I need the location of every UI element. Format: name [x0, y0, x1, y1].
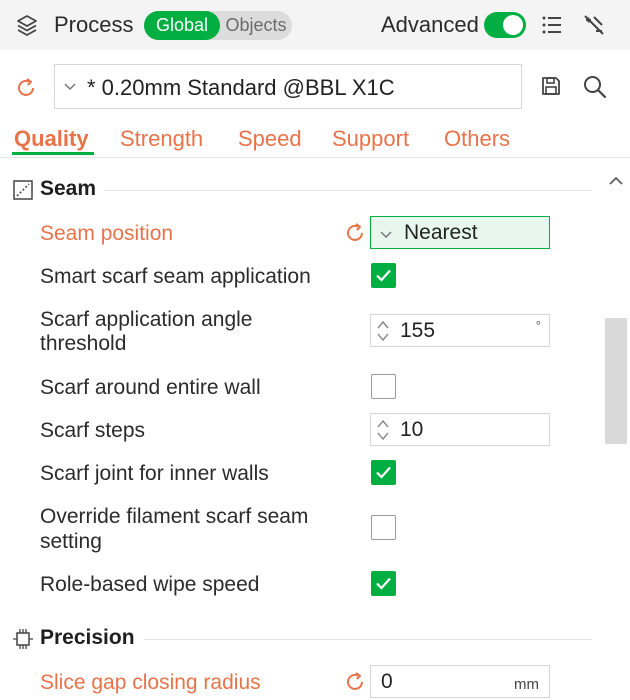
- active-tab-indicator: [12, 152, 94, 155]
- scarf-angle-spinner[interactable]: 155 °: [370, 314, 550, 347]
- role-based-wipe-checkbox[interactable]: [371, 571, 396, 596]
- section-title: Precision: [40, 626, 135, 649]
- scarf-steps-spinner[interactable]: 10: [370, 413, 550, 446]
- scroll-up-icon[interactable]: [606, 172, 626, 190]
- check-icon: [376, 577, 391, 590]
- mode-global-button[interactable]: Global: [144, 11, 220, 40]
- override-filament-label: Override filament scarf seam: [40, 505, 309, 528]
- reset-icon[interactable]: [14, 76, 38, 100]
- process-title: Process: [54, 12, 134, 37]
- slice-gap-unit: mm: [514, 676, 539, 693]
- toggle-knob: [503, 15, 523, 35]
- section-divider: [144, 639, 592, 640]
- reset-icon[interactable]: [343, 221, 367, 245]
- scarf-steps-value: 10: [400, 418, 424, 441]
- scarf-angle-label-line2: threshold: [40, 332, 127, 355]
- process-header: Process Global Objects Advanced: [0, 0, 630, 50]
- slice-gap-value: 0: [381, 670, 393, 693]
- scarf-entire-wall-label: Scarf around entire wall: [40, 376, 261, 399]
- advanced-toggle[interactable]: [484, 12, 526, 38]
- override-filament-checkbox[interactable]: [371, 515, 396, 540]
- slice-gap-label: Slice gap closing radius: [40, 671, 261, 694]
- smart-scarf-checkbox[interactable]: [371, 263, 396, 288]
- scarf-angle-value: 155: [400, 319, 436, 342]
- check-icon: [376, 466, 391, 479]
- layers-icon: [17, 15, 37, 36]
- slice-gap-input[interactable]: 0 mm: [370, 665, 550, 698]
- section-seam: Seam: [0, 174, 600, 204]
- chevron-down-icon: [380, 231, 392, 239]
- preset-name: * 0.20mm Standard @BBL X1C: [87, 75, 395, 100]
- seam-position-dropdown[interactable]: Nearest: [370, 216, 550, 249]
- preset-dropdown[interactable]: * 0.20mm Standard @BBL X1C: [54, 64, 522, 109]
- tab-strength[interactable]: Strength: [120, 126, 203, 152]
- tab-speed[interactable]: Speed: [238, 126, 302, 152]
- stepper-arrows-icon[interactable]: [375, 318, 391, 344]
- compare-icon[interactable]: [582, 13, 606, 37]
- scarf-steps-label: Scarf steps: [40, 419, 146, 442]
- stepper-arrows-icon[interactable]: [375, 417, 391, 443]
- save-icon[interactable]: [540, 75, 562, 97]
- role-based-wipe-label: Role-based wipe speed: [40, 573, 260, 596]
- scarf-inner-walls-label: Scarf joint for inner walls: [40, 462, 269, 485]
- smart-scarf-label: Smart scarf seam application: [40, 265, 311, 288]
- section-precision: Precision: [0, 623, 600, 653]
- mode-objects-button[interactable]: Objects: [220, 11, 292, 40]
- seam-position-label: Seam position: [40, 222, 174, 245]
- section-divider: [104, 190, 592, 191]
- tab-support[interactable]: Support: [332, 126, 409, 152]
- chevron-down-icon: [64, 83, 76, 91]
- scarf-angle-unit: °: [535, 318, 541, 333]
- override-filament-label-line2: setting: [40, 530, 102, 553]
- scarf-angle-label: Scarf application angle: [40, 308, 253, 331]
- list-icon[interactable]: [540, 13, 564, 37]
- advanced-label: Advanced: [381, 12, 479, 37]
- tab-others[interactable]: Others: [444, 126, 510, 152]
- seam-icon: [13, 180, 33, 200]
- tab-bar: Quality Strength Speed Support Others: [0, 120, 630, 158]
- scarf-entire-wall-checkbox[interactable]: [371, 374, 396, 399]
- tab-quality[interactable]: Quality: [14, 126, 89, 152]
- scrollbar-thumb[interactable]: [605, 318, 627, 444]
- scarf-inner-walls-checkbox[interactable]: [371, 460, 396, 485]
- section-title: Seam: [40, 177, 97, 200]
- check-icon: [376, 269, 391, 282]
- search-icon[interactable]: [582, 74, 608, 100]
- seam-position-value: Nearest: [404, 221, 478, 244]
- mode-switch: Global Objects: [144, 11, 292, 40]
- precision-icon: [13, 629, 33, 649]
- reset-icon[interactable]: [343, 670, 367, 694]
